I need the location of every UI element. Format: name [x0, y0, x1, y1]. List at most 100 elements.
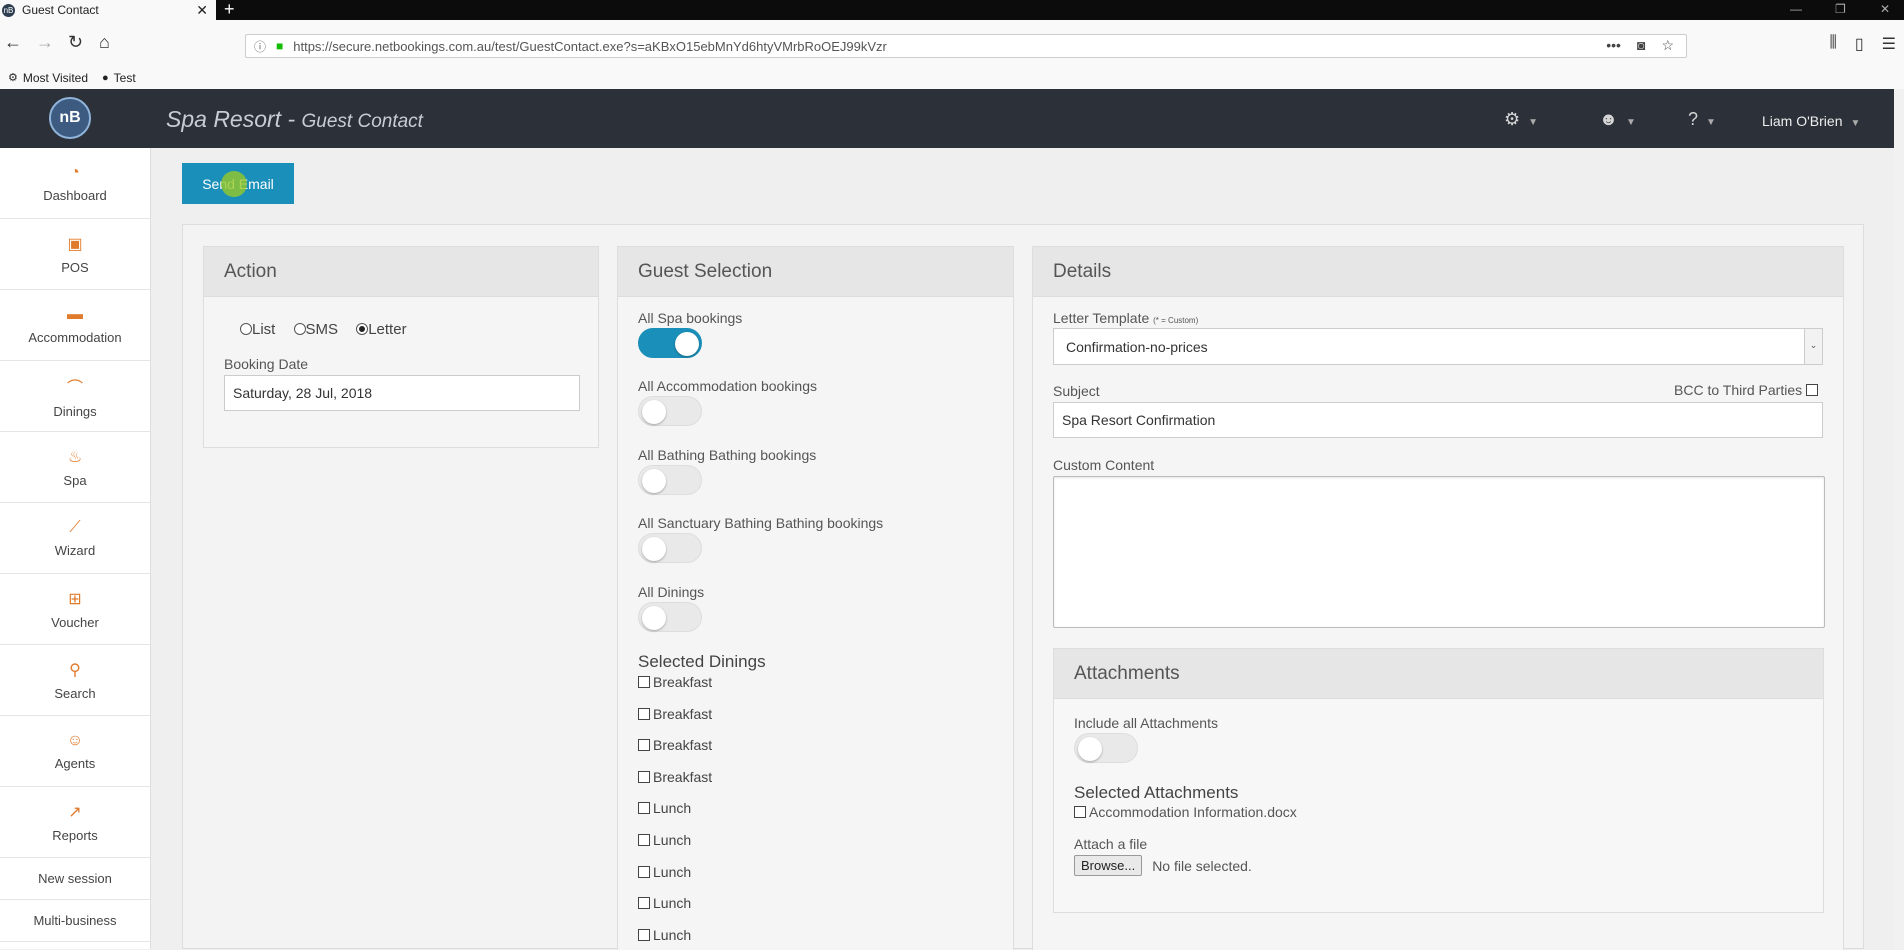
dining-checkbox[interactable] — [638, 676, 650, 688]
radio-letter[interactable] — [356, 323, 369, 335]
user-menu[interactable]: ☻ ▼ — [1599, 109, 1636, 130]
guest-toggle[interactable] — [638, 533, 702, 563]
user-name: Liam O'Brien — [1762, 113, 1843, 129]
dining-item[interactable]: Breakfast — [638, 769, 712, 785]
minimize-icon[interactable]: — — [1790, 0, 1802, 18]
dining-item[interactable]: Lunch — [638, 927, 691, 943]
sidebar-item-wizard[interactable]: ⟋ Wizard — [0, 503, 150, 574]
option-list[interactable]: List — [240, 321, 275, 338]
help-menu[interactable]: ? ▼ — [1688, 109, 1716, 130]
dining-item[interactable]: Lunch — [638, 895, 691, 911]
ninja-icon: ☻ — [1599, 109, 1618, 129]
settings-menu[interactable]: ⚙ ▼ — [1504, 109, 1538, 130]
bcc-checkbox[interactable] — [1806, 384, 1819, 396]
toggle-knob — [642, 606, 666, 630]
url-bar[interactable]: ⓘ ■ https://secure.netbookings.com.au/te… — [245, 34, 1687, 58]
new-tab-icon[interactable]: + — [224, 0, 235, 18]
dining-checkbox[interactable] — [638, 802, 650, 815]
letter-template-select[interactable]: Confirmation-no-prices ⌄ — [1053, 328, 1823, 365]
letter-template-label: Letter Template (* = Custom) — [1053, 310, 1198, 326]
browse-button[interactable]: Browse... — [1074, 855, 1143, 876]
letter-template-note: (* = Custom) — [1153, 316, 1199, 325]
dining-checkbox[interactable] — [638, 897, 650, 910]
dining-label: Lunch — [653, 863, 692, 880]
option-letter[interactable]: Letter — [356, 321, 407, 338]
bookmark-test[interactable]: ● Test — [102, 71, 136, 85]
guest-toggle[interactable] — [638, 328, 702, 358]
tab-title: Guest Contact — [22, 3, 99, 17]
gears-icon: ⚙ — [1504, 109, 1521, 129]
dining-item[interactable]: Lunch — [638, 864, 691, 880]
sidebar-item-reports[interactable]: ↗ Reports — [0, 787, 150, 858]
option-label: SMS — [305, 321, 339, 338]
guest-toggle[interactable] — [638, 602, 702, 632]
booking-date-input[interactable]: Saturday, 28 Jul, 2018 — [224, 375, 580, 411]
account-menu[interactable]: Liam O'Brien ▼ — [1762, 113, 1860, 129]
page-scrollbar[interactable] — [1894, 89, 1904, 949]
dining-checkbox[interactable] — [638, 865, 650, 878]
sidebar-item-spa[interactable]: ♨ Spa — [0, 432, 150, 503]
guest-toggle-label: All Dinings — [638, 584, 705, 600]
custom-content-textarea[interactable] — [1053, 476, 1825, 628]
dining-label: Breakfast — [653, 737, 713, 754]
include-all-toggle[interactable] — [1074, 733, 1138, 763]
bcc-option[interactable]: BCC to Third Parties — [1674, 382, 1821, 398]
tab-close-icon[interactable]: ✕ — [196, 0, 208, 20]
page-actions-icon[interactable]: ••• — [1606, 37, 1621, 54]
sidebar-item-agents[interactable]: ☺ Agents — [0, 716, 150, 787]
agent-icon: ☺ — [66, 731, 84, 749]
back-icon[interactable]: ← — [4, 32, 22, 52]
option-sms[interactable]: SMS — [293, 321, 339, 338]
site-info-icon[interactable]: ⓘ — [254, 38, 266, 55]
sidebar-new-session[interactable]: New session — [0, 858, 150, 900]
action-options: List SMS Letter — [240, 321, 407, 338]
restore-icon[interactable]: ❐ — [1835, 0, 1846, 18]
sidebar-item-voucher[interactable]: ⊞ Voucher — [0, 574, 150, 645]
dining-checkbox[interactable] — [638, 707, 650, 720]
close-window-icon[interactable]: ✕ — [1880, 0, 1890, 18]
sidebar-item-accommodation[interactable]: ▬ Accommodation — [0, 290, 150, 361]
dining-item[interactable]: Breakfast — [638, 737, 712, 753]
guest-toggle[interactable] — [638, 465, 702, 495]
dining-checkbox[interactable] — [638, 770, 650, 783]
sidebar-item-search[interactable]: ⚲ Search — [0, 645, 150, 716]
home-icon[interactable]: ⌂ — [99, 32, 110, 52]
sidebar-item-label: Dashboard — [43, 187, 107, 203]
attachment-item[interactable]: Accommodation Information.docx — [1074, 804, 1297, 820]
sidebar-item-dinings[interactable]: ⌒ Dinings — [0, 361, 150, 432]
sidebar-item-pos[interactable]: ▣ POS — [0, 219, 150, 290]
sidebar-toggle-icon[interactable]: ▯ — [1855, 34, 1864, 54]
dining-checkbox[interactable] — [638, 739, 650, 752]
dining-checkbox[interactable] — [638, 928, 650, 941]
dining-item[interactable]: Lunch — [638, 800, 691, 816]
library-icon[interactable]: ⫼ — [1829, 34, 1836, 54]
radio-sms[interactable] — [293, 323, 306, 335]
subject-input[interactable]: Spa Resort Confirmation — [1053, 402, 1823, 438]
dining-label: Breakfast — [653, 674, 713, 690]
app-logo[interactable]: nB — [49, 97, 91, 139]
sidebar-multi-business[interactable]: Multi-business — [0, 900, 150, 942]
chevron-down-icon[interactable]: ⌄ — [1804, 329, 1822, 364]
custom-content-label: Custom Content — [1053, 457, 1155, 473]
reload-icon[interactable]: ↻ — [68, 32, 83, 52]
dining-item[interactable]: Lunch — [638, 832, 691, 848]
guest-selection-title: Guest Selection — [618, 247, 1013, 297]
search-icon: ⚲ — [69, 661, 81, 679]
bookmark-star-icon[interactable]: ☆ — [1661, 37, 1674, 54]
sidebar-item-dashboard[interactable]: ◔ Dashboard — [0, 148, 150, 219]
chevron-down-icon: ▼ — [1706, 117, 1716, 128]
dining-item[interactable]: Breakfast — [638, 706, 712, 722]
browser-tab[interactable]: nB Guest Contact ✕ — [0, 0, 216, 20]
guest-toggle[interactable] — [638, 396, 702, 426]
page-subtitle: Guest Contact — [301, 111, 423, 132]
gear-icon: ⚙ — [8, 72, 18, 84]
attachment-checkbox[interactable] — [1074, 806, 1086, 818]
bookmark-most-visited[interactable]: ⚙ Most Visited — [8, 71, 88, 85]
toggle-knob — [642, 469, 666, 493]
pocket-icon[interactable]: ◙ — [1637, 37, 1645, 54]
radio-list[interactable] — [240, 323, 252, 335]
dining-checkbox[interactable] — [638, 834, 650, 846]
dining-item[interactable]: Breakfast — [638, 674, 712, 690]
forward-icon[interactable]: → — [36, 32, 54, 52]
menu-icon[interactable]: ☰ — [1882, 34, 1896, 54]
